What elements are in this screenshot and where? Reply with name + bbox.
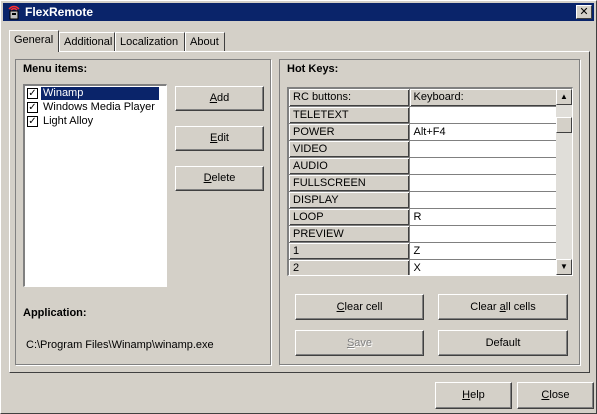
- table-row: VIDEO: [289, 140, 558, 158]
- keyboard-cell[interactable]: [409, 174, 558, 192]
- delete-button-label: elete: [211, 172, 236, 184]
- save-button[interactable]: Save: [295, 330, 424, 356]
- rc-button-cell: PREVIEW: [289, 225, 410, 243]
- list-item-label: Light Alloy: [43, 114, 94, 127]
- arrow-up-icon: ▲: [560, 92, 568, 101]
- list-item[interactable]: ✓ Light Alloy: [25, 114, 166, 128]
- window-title: FlexRemote: [25, 5, 94, 19]
- rc-button-cell: AUDIO: [289, 157, 410, 175]
- rc-button-cell: LOOP: [289, 208, 410, 226]
- help-button[interactable]: Help: [435, 382, 512, 409]
- edit-button-label: dit: [217, 132, 229, 144]
- keyboard-cell[interactable]: [409, 106, 558, 124]
- keyboard-cell[interactable]: [409, 225, 558, 243]
- grid-vertical-scrollbar[interactable]: ▲ ▼: [556, 89, 572, 275]
- clear-cell-button[interactable]: Clear cell: [295, 294, 424, 320]
- tab-about-label: About: [190, 36, 219, 48]
- tab-general[interactable]: General: [9, 30, 59, 52]
- table-row: LOOP R: [289, 208, 558, 226]
- checkbox-checked-icon[interactable]: ✓: [27, 101, 38, 113]
- checkbox-checked-icon[interactable]: ✓: [27, 115, 38, 127]
- menu-items-title: Menu items:: [23, 63, 88, 75]
- list-item[interactable]: ✓ Windows Media Player: [25, 100, 166, 114]
- rc-button-cell: POWER: [289, 123, 410, 141]
- app-window: FlexRemote ✕ General Additional Localiza…: [0, 0, 597, 414]
- checkbox-checked-icon[interactable]: ✓: [27, 87, 38, 99]
- scroll-thumb[interactable]: [556, 117, 572, 133]
- window-close-button[interactable]: ✕: [576, 5, 592, 19]
- save-label: ave: [354, 337, 373, 349]
- close-label: lose: [549, 389, 570, 401]
- tab-general-label: General: [14, 34, 54, 46]
- rc-button-cell: TELETEXT: [289, 106, 410, 124]
- clear-all-label-a: Clear: [470, 301, 500, 313]
- table-row: 2 X: [289, 259, 558, 275]
- keyboard-cell[interactable]: R: [409, 208, 558, 226]
- add-button[interactable]: Add: [175, 86, 264, 111]
- add-button-accel: A: [209, 92, 218, 104]
- tab-localization[interactable]: Localization: [115, 32, 185, 51]
- delete-button[interactable]: Delete: [175, 166, 264, 191]
- column-header-rc-buttons[interactable]: RC buttons:: [289, 89, 410, 107]
- add-button-label: dd: [217, 92, 230, 104]
- tab-about[interactable]: About: [185, 32, 225, 51]
- rc-button-cell: VIDEO: [289, 140, 410, 158]
- menu-items-listbox[interactable]: ✓ Winamp ✓ Windows Media Player ✓ Light …: [23, 84, 167, 287]
- default-label: Default: [485, 337, 521, 349]
- help-label: elp: [470, 389, 485, 401]
- keyboard-cell[interactable]: [409, 191, 558, 209]
- keyboard-cell[interactable]: [409, 157, 558, 175]
- application-title: Application:: [23, 307, 87, 319]
- rc-button-cell: 2: [289, 259, 410, 275]
- close-button[interactable]: Close: [517, 382, 594, 409]
- application-path: C:\Program Files\Winamp\winamp.exe: [26, 339, 214, 351]
- table-row: TELETEXT: [289, 106, 558, 124]
- hot-keys-grid[interactable]: RC buttons: Keyboard: TELETEXT POWER Alt…: [287, 87, 573, 276]
- edit-button[interactable]: Edit: [175, 126, 264, 151]
- remote-control-icon: [8, 5, 20, 20]
- tab-additional[interactable]: Additional: [59, 32, 115, 51]
- tab-additional-label: Additional: [64, 36, 113, 48]
- table-row: DISPLAY: [289, 191, 558, 209]
- table-row: FULLSCREEN: [289, 174, 558, 192]
- clear-cell-label: lear cell: [344, 301, 383, 313]
- rc-button-cell: DISPLAY: [289, 191, 410, 209]
- arrow-down-icon: ▼: [560, 262, 568, 271]
- scroll-down-button[interactable]: ▼: [556, 259, 572, 275]
- close-icon: ✕: [579, 6, 589, 18]
- help-accel: H: [462, 389, 471, 401]
- list-item-label: Windows Media Player: [43, 100, 155, 113]
- table-row: PREVIEW: [289, 225, 558, 243]
- rc-button-cell: FULLSCREEN: [289, 174, 410, 192]
- clear-all-label-c: ll cells: [505, 301, 536, 313]
- clear-all-cells-button[interactable]: Clear all cells: [438, 294, 568, 320]
- keyboard-cell[interactable]: X: [409, 259, 558, 275]
- keyboard-cell[interactable]: Alt+F4: [409, 123, 558, 141]
- column-header-keyboard[interactable]: Keyboard:: [409, 89, 558, 107]
- delete-button-accel: D: [203, 172, 212, 184]
- tab-localization-label: Localization: [120, 36, 179, 48]
- keyboard-cell[interactable]: [409, 140, 558, 158]
- scroll-up-button[interactable]: ▲: [556, 89, 572, 105]
- keyboard-cell[interactable]: Z: [409, 242, 558, 260]
- table-row: 1 Z: [289, 242, 558, 260]
- list-item-label: Winamp: [41, 86, 159, 100]
- clear-cell-accel: C: [336, 301, 345, 313]
- rc-button-cell: 1: [289, 242, 410, 260]
- list-item[interactable]: ✓ Winamp: [25, 86, 166, 100]
- table-row: AUDIO: [289, 157, 558, 175]
- title-bar[interactable]: FlexRemote ✕: [3, 3, 594, 21]
- hot-keys-title: Hot Keys:: [287, 63, 339, 75]
- default-button[interactable]: Default: [438, 330, 568, 356]
- table-row: POWER Alt+F4: [289, 123, 558, 141]
